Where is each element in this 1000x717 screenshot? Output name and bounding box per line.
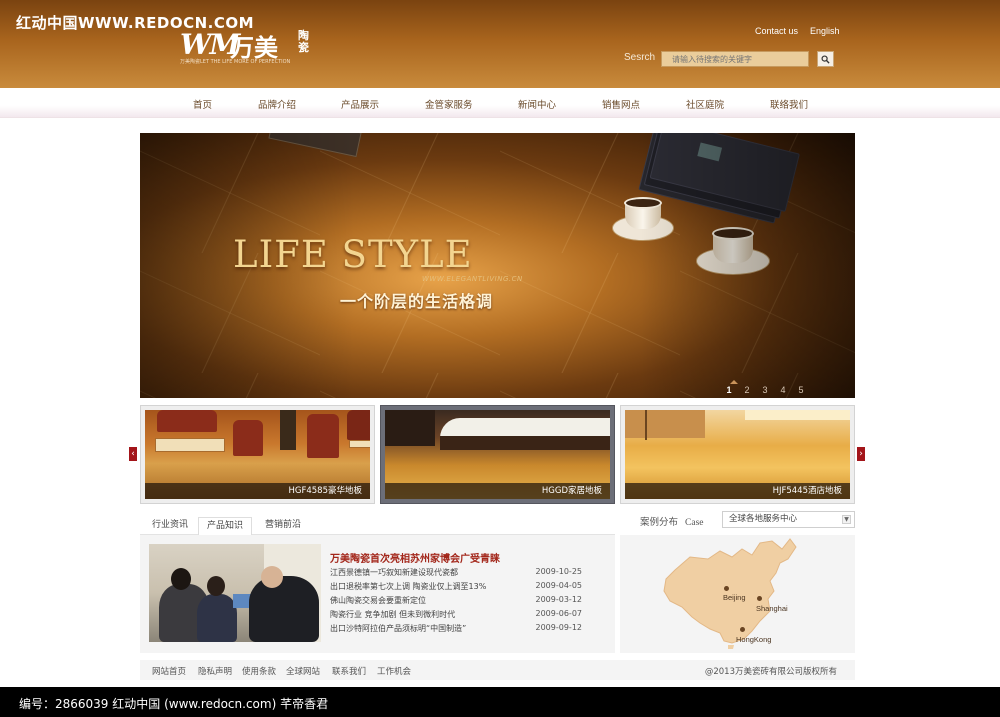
city-marker-beijing[interactable] (724, 586, 729, 591)
news-tabs: 行业资讯 产品知识 营销前沿 (140, 515, 615, 536)
contact-us-link[interactable]: Contact us (755, 26, 798, 36)
footer-link-terms[interactable]: 使用条款 (242, 665, 276, 677)
slide-page-5[interactable]: 5 (792, 385, 810, 395)
news-item-date: 2009-09-12 (535, 623, 583, 632)
slide-page-4[interactable]: 4 (774, 385, 792, 395)
tab-industry-news[interactable]: 行业资讯 (144, 517, 196, 536)
watermark-bar: 编号：2866039 红动中国 (www.redocn.com) 芊帝香君 (0, 687, 1000, 717)
chevron-down-icon: ▼ (842, 515, 851, 524)
news-item-title: 陶瓷行业 竞争加剧 但未到微利时代 (330, 610, 456, 619)
tab-marketing[interactable]: 营销前沿 (257, 517, 309, 536)
news-item-title: 出口退税率第七次上调 陶瓷业仅上调至13% (330, 582, 487, 591)
nav-item-products[interactable]: 产品展示 (341, 97, 379, 111)
nav-item-service[interactable]: 金管家服务 (425, 97, 473, 111)
logo-name-suffix: 陶瓷 (298, 29, 309, 54)
logo-slogan: 万美陶瓷LET THE LIFE MORE OF PERFECTION (180, 59, 291, 65)
product-caption: HGGD家居地板 (385, 483, 610, 499)
news-item[interactable]: 出口沙特阿拉伯产品须标明“中国制造” 2009-09-12 (330, 623, 600, 634)
thumbs-next-button[interactable]: › (857, 447, 865, 461)
slide-pagination: 1 2 3 4 5 (720, 385, 810, 395)
product-image: HJF5445酒店地板 (625, 410, 850, 499)
search-icon (821, 54, 830, 64)
news-item-date: 2009-06-07 (535, 609, 583, 618)
service-center-select[interactable]: 全球各地服务中心 ▼ (722, 511, 855, 528)
news-item-date: 2009-04-05 (535, 581, 583, 590)
city-label-hongkong: HongKong (736, 635, 772, 644)
service-center-select-value: 全球各地服务中心 (729, 514, 798, 524)
footer-link-global[interactable]: 全球网站 (286, 665, 320, 677)
nav-item-home[interactable]: 首页 (193, 97, 212, 111)
search-label: Sesrch (624, 52, 656, 63)
slide-page-1[interactable]: 1 (720, 385, 738, 395)
news-item-title: 江西景德镇一巧叙知新建设现代瓷都 (330, 568, 458, 577)
tab-product-knowledge[interactable]: 产品知识 (198, 517, 253, 536)
product-caption: HJF5445酒店地板 (625, 483, 850, 499)
case-label-en: Case (685, 518, 704, 528)
search-input[interactable] (661, 51, 809, 67)
news-photo[interactable] (149, 544, 321, 642)
product-thumb[interactable]: HJF5445酒店地板 (620, 405, 855, 504)
news-panel: 万美陶瓷首次亮相苏州家博会广受青睐 江西景德镇一巧叙知新建设现代瓷都 2009-… (140, 535, 615, 653)
product-thumb[interactable]: HGF4585豪华地板 (140, 405, 375, 504)
city-label-shanghai: Shanghai (756, 604, 788, 613)
slide-indicator-caret (730, 380, 738, 384)
search-button[interactable] (817, 51, 834, 67)
slide-page-3[interactable]: 3 (756, 385, 774, 395)
news-item-date: 2009-10-25 (535, 567, 583, 576)
english-link[interactable]: English (810, 26, 840, 36)
footer-link-contact[interactable]: 联系我们 (332, 665, 366, 677)
copyright: @2013万美瓷砖有限公司版权所有 (704, 667, 837, 677)
city-marker-hongkong[interactable] (740, 627, 745, 632)
news-item[interactable]: 江西景德镇一巧叙知新建设现代瓷都 2009-10-25 (330, 567, 600, 578)
nav-item-brand[interactable]: 品牌介绍 (258, 97, 296, 111)
nav-item-contact[interactable]: 联络我们 (770, 97, 808, 111)
chevron-left-icon: ‹ (131, 449, 135, 459)
news-item[interactable]: 出口退税率第七次上调 陶瓷业仅上调至13% 2009-04-05 (330, 581, 600, 592)
footer-link-home[interactable]: 网站首页 (152, 665, 186, 677)
hero-banner[interactable]: LIFE STYLE WWW.ELEGANTLIVING.CN 一个阶层的生活格… (140, 133, 855, 398)
slide-page-2[interactable]: 2 (738, 385, 756, 395)
nav-item-community[interactable]: 社区庭院 (686, 97, 724, 111)
banner-subtitle: 一个阶层的生活格调 (340, 292, 494, 311)
product-image: HGGD家居地板 (385, 410, 610, 499)
header: 红动中国WWW.REDOCN.COM WM 万美 陶瓷 万美陶瓷LET THE … (0, 0, 1000, 88)
city-label-beijing: Beijing (723, 593, 746, 602)
logo[interactable]: WM 万美 陶瓷 万美陶瓷LET THE LIFE MORE OF PERFEC… (180, 28, 320, 65)
main-nav: 首页 品牌介绍 产品展示 金管家服务 新闻中心 销售网点 社区庭院 联络我们 (0, 88, 1000, 118)
footer: 网站首页 隐私声明 使用条款 全球网站 联系我们 工作机会 @2013万美瓷砖有… (140, 660, 855, 680)
china-map: Beijing Shanghai HongKong (620, 535, 855, 653)
news-item-title: 出口沙特阿拉伯产品须标明“中国制造” (330, 624, 467, 633)
case-label: 案例分布 Case (640, 514, 704, 528)
nav-item-sales[interactable]: 销售网点 (602, 97, 640, 111)
case-label-cn: 案例分布 (640, 517, 679, 528)
news-headline[interactable]: 万美陶瓷首次亮相苏州家博会广受青睐 (330, 550, 500, 565)
chevron-right-icon: › (859, 449, 863, 459)
nav-item-news[interactable]: 新闻中心 (518, 97, 556, 111)
news-item-title: 佛山陶瓷交易会要重新定位 (330, 596, 426, 605)
product-image: HGF4585豪华地板 (145, 410, 370, 499)
footer-link-jobs[interactable]: 工作机会 (377, 665, 411, 677)
product-thumb[interactable]: HGGD家居地板 (380, 405, 615, 504)
news-item[interactable]: 佛山陶瓷交易会要重新定位 2009-03-12 (330, 595, 600, 606)
banner-headline: LIFE STYLE (233, 233, 473, 276)
product-caption: HGF4585豪华地板 (145, 483, 370, 499)
thumbs-prev-button[interactable]: ‹ (129, 447, 137, 461)
footer-link-privacy[interactable]: 隐私声明 (198, 665, 232, 677)
banner-url: WWW.ELEGANTLIVING.CN (422, 275, 523, 283)
news-item[interactable]: 陶瓷行业 竞争加剧 但未到微利时代 2009-06-07 (330, 609, 600, 620)
watermark-bar-text: 编号：2866039 红动中国 (www.redocn.com) 芊帝香君 (19, 697, 329, 711)
city-marker-shanghai[interactable] (757, 596, 762, 601)
news-item-date: 2009-03-12 (535, 595, 583, 604)
